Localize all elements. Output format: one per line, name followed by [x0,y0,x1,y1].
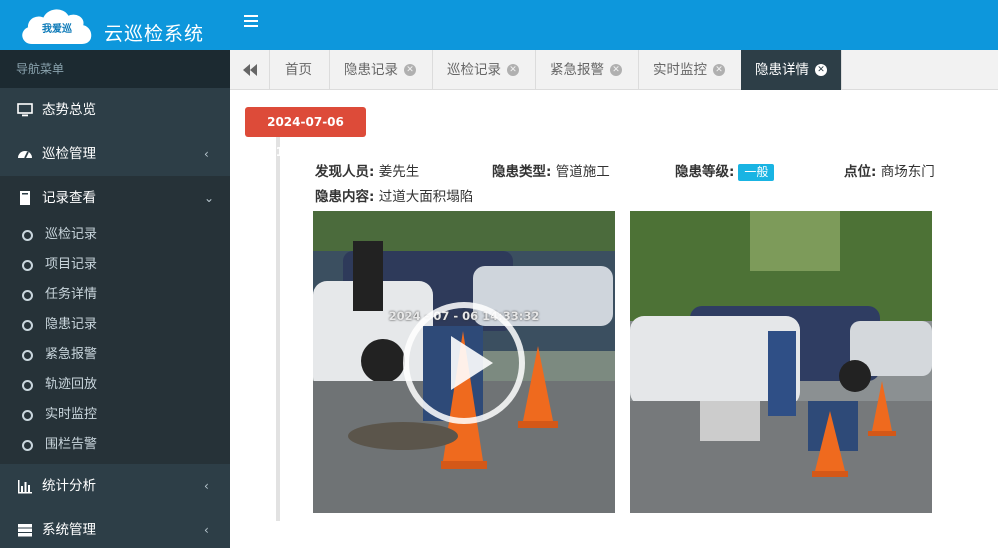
close-icon[interactable]: ✕ [404,64,416,76]
circle-icon [22,410,33,421]
sidebar-item-overview[interactable]: 态势总览 [0,88,230,132]
close-icon[interactable]: ✕ [713,64,725,76]
subitem-patrol-records[interactable]: 巡检记录 [0,220,230,250]
detail-panel: 2024-07-06 14:33:32 发现人员: 姜先生 隐患类型: 管道施工… [230,91,998,548]
double-chevron-left-icon [243,64,257,76]
tab-hazard-details[interactable]: 隐患详情 ✕ [741,50,842,90]
close-icon[interactable]: ✕ [610,64,622,76]
sidebar-item-label: 态势总览 [42,102,96,118]
location-label: 点位: [844,164,877,180]
sidebar: 导航菜单 态势总览 巡检管理 ‹ 记录查看 ⌄ 巡检记录 项目记录 任务详情 隐… [0,50,230,548]
nav-header: 导航菜单 [0,50,230,88]
circle-icon [22,260,33,271]
level-label: 隐患等级: [675,164,735,180]
type-field: 隐患类型: 管道施工 [492,163,610,181]
location-value: 商场东门 [880,164,935,180]
tab-patrol-records[interactable]: 巡检记录 ✕ [433,50,536,90]
hazard-video[interactable]: 2024 - 07 - 06 14:33:32 [313,211,615,513]
finder-label: 发现人员: [315,164,375,180]
level-field: 隐患等级: 一般 [675,163,775,181]
play-button[interactable] [403,302,525,424]
logo-text: 我爱巡 [42,24,72,35]
circle-icon [22,290,33,301]
finder-value: 姜先生 [378,164,420,180]
tab-live-monitor[interactable]: 实时监控 ✕ [639,50,742,90]
sidebar-item-label: 记录查看 [42,190,96,206]
circle-icon [22,440,33,451]
play-icon [451,336,493,390]
tab-bar: 首页 隐患记录 ✕ 巡检记录 ✕ 紧急报警 ✕ 实时监控 ✕ 隐患详情 ✕ [230,50,998,90]
sidebar-item-label: 系统管理 [42,522,96,538]
sidebar-item-system[interactable]: 系统管理 ‹ [0,508,230,548]
chevron-left-icon: ‹ [204,523,209,537]
subitem-track-playback[interactable]: 轨迹回放 [0,370,230,400]
tab-label: 首页 [285,62,312,78]
tab-hazard-records[interactable]: 隐患记录 ✕ [330,50,433,90]
finder-field: 发现人员: 姜先生 [315,163,419,181]
book-icon [20,191,30,205]
type-value: 管道施工 [555,164,610,180]
tab-home[interactable]: 首页 [271,50,330,90]
timeline-line [276,135,280,521]
app-title: 云巡检系统 [104,23,205,45]
content-field: 隐患内容: 过道大面积塌陷 [315,188,473,206]
subitem-label: 紧急报警 [45,347,98,362]
subitem-label: 轨迹回放 [45,377,98,392]
tab-emergency-alarm[interactable]: 紧急报警 ✕ [536,50,639,90]
subitem-label: 隐患记录 [45,317,98,332]
subitem-fence-alarm[interactable]: 围栏告警 [0,430,230,460]
server-icon [18,524,32,537]
circle-icon [22,230,33,241]
subitem-emergency-alarm[interactable]: 紧急报警 [0,340,230,370]
monitor-icon [17,103,33,117]
sidebar-item-label: 巡检管理 [42,146,96,162]
subitem-label: 巡检记录 [45,227,98,242]
tab-label: 巡检记录 [447,62,501,78]
subitem-project-records[interactable]: 项目记录 [0,250,230,280]
level-badge: 一般 [738,164,775,181]
location-field: 点位: 商场东门 [844,163,935,181]
bar-chart-icon [18,480,32,494]
tab-label: 紧急报警 [550,62,604,78]
chevron-left-icon: ‹ [204,147,209,161]
tab-label: 隐患详情 [755,62,809,78]
circle-icon [22,380,33,391]
tab-scroll-back-button[interactable] [230,50,270,90]
close-icon[interactable]: ✕ [507,64,519,76]
tab-label: 隐患记录 [344,62,398,78]
top-header: 我爱巡 云巡检系统 [0,0,998,50]
chevron-left-icon: ‹ [204,479,209,493]
content-value: 过道大面积塌陷 [378,189,474,205]
chevron-down-icon: ⌄ [204,191,215,205]
sidebar-item-records[interactable]: 记录查看 ⌄ [0,176,230,220]
logo[interactable]: 我爱巡 云巡检系统 [0,0,230,50]
content-label: 隐患内容: [315,189,375,205]
dashboard-icon [18,151,32,159]
subitem-label: 围栏告警 [45,437,98,452]
hazard-photo-image [630,211,932,513]
menu-toggle-icon[interactable] [244,15,258,29]
subitem-task-details[interactable]: 任务详情 [0,280,230,310]
subitem-label: 任务详情 [45,287,98,302]
tab-label: 实时监控 [653,62,707,78]
circle-icon [22,320,33,331]
subitem-label: 实时监控 [45,407,98,422]
hazard-photo[interactable] [630,211,932,513]
sidebar-item-label: 统计分析 [42,478,96,494]
subitem-live-monitor[interactable]: 实时监控 [0,400,230,430]
close-icon[interactable]: ✕ [815,64,827,76]
submenu-records: 巡检记录 项目记录 任务详情 隐患记录 紧急报警 轨迹回放 实时监控 围栏告警 [0,220,230,464]
subitem-hazard-records[interactable]: 隐患记录 [0,310,230,340]
sidebar-item-statistics[interactable]: 统计分析 ‹ [0,464,230,508]
type-label: 隐患类型: [492,164,552,180]
circle-icon [22,350,33,361]
subitem-label: 项目记录 [45,257,98,272]
sidebar-item-inspection[interactable]: 巡检管理 ‹ [0,132,230,176]
time-badge: 2024-07-06 14:33:32 [245,107,366,159]
